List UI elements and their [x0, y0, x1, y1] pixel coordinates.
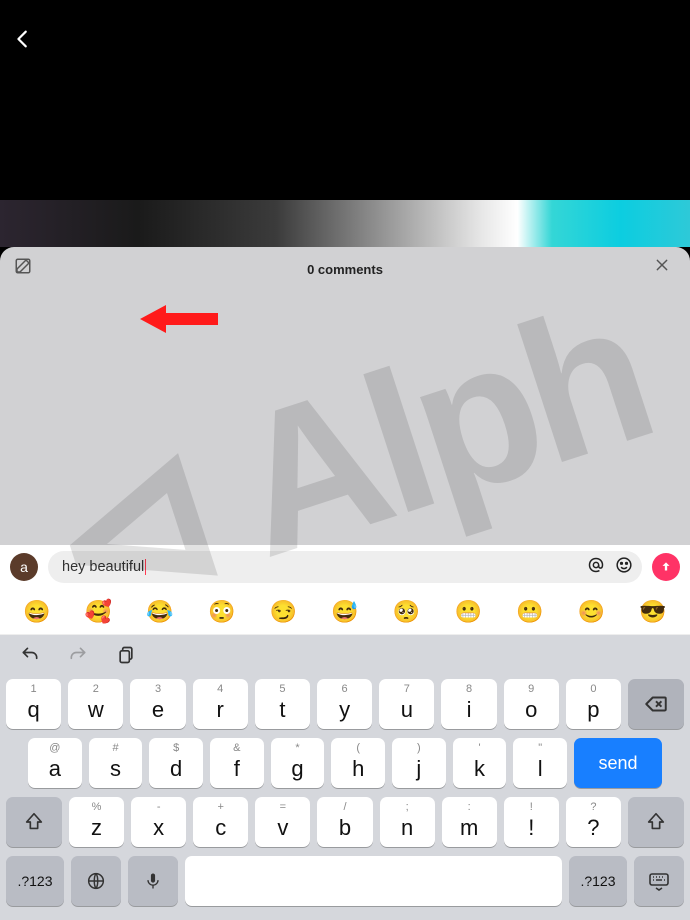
key-i[interactable]: 8i [441, 679, 496, 729]
avatar[interactable]: a [10, 553, 38, 581]
key-e[interactable]: 3e [130, 679, 185, 729]
comments-sheet: 0 comments a hey beautiful [0, 247, 690, 920]
key-p[interactable]: 0p [566, 679, 621, 729]
comments-count: 0 comments [307, 262, 383, 277]
compose-icon[interactable] [14, 257, 36, 279]
key-space[interactable] [185, 856, 562, 906]
video-background [0, 200, 690, 247]
key-h[interactable]: (h [331, 738, 385, 788]
comments-empty-area [0, 291, 690, 545]
key-o[interactable]: 9o [504, 679, 559, 729]
close-button[interactable] [654, 257, 676, 279]
key-g[interactable]: *g [271, 738, 325, 788]
key-r[interactable]: 4r [193, 679, 248, 729]
key-v[interactable]: =v [255, 797, 310, 847]
comment-text: hey beautiful [62, 559, 144, 575]
key-mode-right[interactable]: .?123 [569, 856, 627, 906]
sheet-header: 0 comments [0, 247, 690, 291]
key-globe[interactable] [71, 856, 121, 906]
emoji-option-10[interactable]: 😎 [639, 599, 666, 625]
keyboard-toolbar [0, 635, 690, 675]
key-![interactable]: !! [504, 797, 559, 847]
key-b[interactable]: /b [317, 797, 372, 847]
key-x[interactable]: -x [131, 797, 186, 847]
emoji-option-3[interactable]: 😳 [208, 599, 235, 625]
emoji-option-4[interactable]: 😏 [270, 599, 297, 625]
emoji-option-8[interactable]: 😬 [516, 599, 543, 625]
key-d[interactable]: $d [149, 738, 203, 788]
key-k[interactable]: 'k [453, 738, 507, 788]
key-l[interactable]: "l [513, 738, 567, 788]
keyboard: 1q2w3e4r5t6y7u8i9o0p @a#s$d&f*g(h)j'k"l … [0, 635, 690, 920]
key-backspace[interactable] [628, 679, 684, 729]
key-a[interactable]: @a [28, 738, 82, 788]
mention-icon[interactable] [586, 555, 606, 580]
emoji-suggestion-row: 😄 🥰 😂 😳 😏 😅 🥺 😬 😬 😊 😎 [0, 589, 690, 635]
emoji-option-2[interactable]: 😂 [146, 599, 173, 625]
key-j[interactable]: )j [392, 738, 446, 788]
text-cursor [145, 559, 146, 575]
key-c[interactable]: +c [193, 797, 248, 847]
key-s[interactable]: #s [89, 738, 143, 788]
key-u[interactable]: 7u [379, 679, 434, 729]
key-m[interactable]: :m [442, 797, 497, 847]
key-?[interactable]: ?? [566, 797, 621, 847]
key-t[interactable]: 5t [255, 679, 310, 729]
send-button[interactable] [652, 553, 680, 581]
emoji-option-0[interactable]: 😄 [23, 599, 50, 625]
clipboard-icon[interactable] [114, 643, 138, 667]
emoji-option-9[interactable]: 😊 [578, 599, 605, 625]
key-mic[interactable] [128, 856, 178, 906]
comment-input-row: a hey beautiful [0, 545, 690, 589]
emoji-option-6[interactable]: 🥺 [393, 599, 420, 625]
redo-icon[interactable] [66, 643, 90, 667]
emoji-option-7[interactable]: 😬 [454, 599, 481, 625]
key-shift-left[interactable] [6, 797, 62, 847]
key-send[interactable]: send [574, 738, 662, 788]
comment-field[interactable]: hey beautiful [48, 551, 642, 583]
emoji-option-5[interactable]: 😅 [331, 599, 358, 625]
key-shift-right[interactable] [628, 797, 684, 847]
key-f[interactable]: &f [210, 738, 264, 788]
back-button[interactable] [12, 28, 40, 56]
key-w[interactable]: 2w [68, 679, 123, 729]
emoji-icon[interactable] [614, 555, 634, 580]
undo-icon[interactable] [18, 643, 42, 667]
key-q[interactable]: 1q [6, 679, 61, 729]
key-mode-left[interactable]: .?123 [6, 856, 64, 906]
emoji-option-1[interactable]: 🥰 [85, 599, 112, 625]
key-z[interactable]: %z [69, 797, 124, 847]
key-n[interactable]: ;n [380, 797, 435, 847]
key-hide-keyboard[interactable] [634, 856, 684, 906]
key-y[interactable]: 6y [317, 679, 372, 729]
